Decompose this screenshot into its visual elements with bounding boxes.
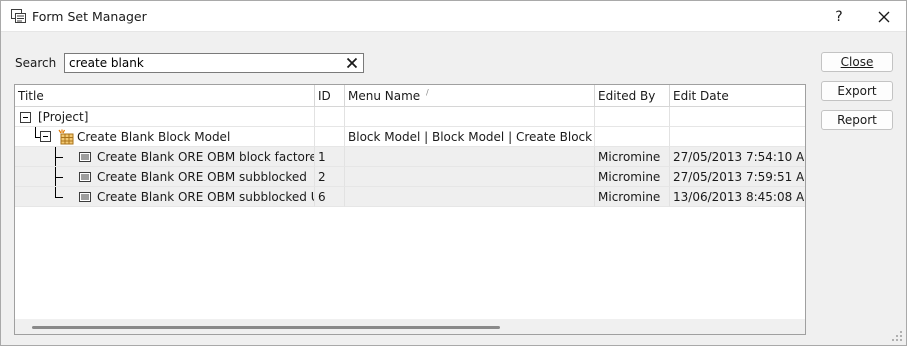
column-header-id[interactable]: ID	[315, 85, 345, 107]
form-icon	[79, 152, 91, 162]
menu-name-cell	[345, 147, 595, 167]
form-icon	[79, 192, 91, 202]
edited-by-cell: Micromine	[595, 167, 670, 187]
column-header-title[interactable]: Title	[15, 85, 315, 107]
id-cell: 1	[315, 147, 345, 167]
report-button[interactable]: Report	[821, 110, 893, 130]
edited-by-cell: Micromine	[595, 147, 670, 167]
table-row[interactable]: Create Blank Block Model Block Model | B…	[15, 127, 805, 147]
edit-date-cell: 27/05/2013 7:59:51 AM	[670, 167, 805, 187]
title-bar: Form Set Manager ?	[1, 1, 906, 32]
close-window-icon[interactable]	[867, 5, 901, 29]
collapse-toggle-icon[interactable]	[20, 112, 31, 123]
title-cell: [Project]	[15, 107, 315, 127]
edited-by-cell	[595, 127, 670, 147]
edit-date-cell	[670, 127, 805, 147]
search-label: Search	[15, 56, 57, 70]
title-cell: Create Blank ORE OBM block factored	[15, 147, 315, 167]
block-model-folder-icon	[58, 129, 74, 145]
table-row[interactable]: Create Blank ORE OBM subblocked UTM 6 Mi…	[15, 187, 805, 207]
search-input[interactable]	[65, 54, 337, 72]
title-cell: Create Blank ORE OBM subblocked UTM	[15, 187, 315, 207]
window-title: Form Set Manager	[32, 9, 147, 24]
edit-date-cell	[670, 107, 805, 127]
menu-name-cell	[345, 167, 595, 187]
id-cell: 6	[315, 187, 345, 207]
sort-indicator-icon: /	[426, 88, 429, 97]
menu-name-cell	[345, 107, 595, 127]
column-header-menu-name[interactable]: Menu Name	[345, 85, 595, 107]
export-button[interactable]: Export	[821, 81, 893, 101]
edit-date-cell: 13/06/2013 8:45:08 AM	[670, 187, 805, 207]
table-row[interactable]: [Project]	[15, 107, 805, 127]
form-set-manager-window: Form Set Manager ? Search Close Export R…	[0, 0, 907, 346]
resize-grip-icon[interactable]	[890, 329, 904, 343]
id-cell: 2	[315, 167, 345, 187]
id-cell	[315, 107, 345, 127]
help-button[interactable]: ?	[823, 5, 855, 29]
edited-by-cell	[595, 107, 670, 127]
title-cell: Create Blank ORE OBM subblocked	[15, 167, 315, 187]
column-header-edit-date[interactable]: Edit Date	[670, 85, 805, 107]
horizontal-scrollbar[interactable]	[15, 319, 805, 334]
grid-header: Title ID Menu Name / Edited By Edit Date	[15, 85, 805, 107]
column-header-edited-by[interactable]: Edited By	[595, 85, 670, 107]
id-cell	[315, 127, 345, 147]
search-field	[64, 53, 364, 73]
form-set-icon	[11, 9, 26, 23]
menu-name-cell	[345, 187, 595, 207]
menu-name-cell: Block Model | Block Model | Create Block…	[345, 127, 595, 147]
close-button[interactable]: Close	[821, 52, 893, 72]
table-row[interactable]: Create Blank ORE OBM subblocked 2 Microm…	[15, 167, 805, 187]
edited-by-cell: Micromine	[595, 187, 670, 207]
form-icon	[79, 172, 91, 182]
edit-date-cell: 27/05/2013 7:54:10 AM	[670, 147, 805, 167]
collapse-toggle-icon[interactable]	[40, 131, 51, 142]
scrollbar-thumb[interactable]	[32, 326, 500, 329]
form-set-grid: Title ID Menu Name / Edited By Edit Date…	[14, 84, 806, 335]
title-cell: Create Blank Block Model	[15, 127, 315, 147]
table-row[interactable]: Create Blank ORE OBM block factored 1 Mi…	[15, 147, 805, 167]
clear-search-icon[interactable]	[346, 57, 358, 69]
